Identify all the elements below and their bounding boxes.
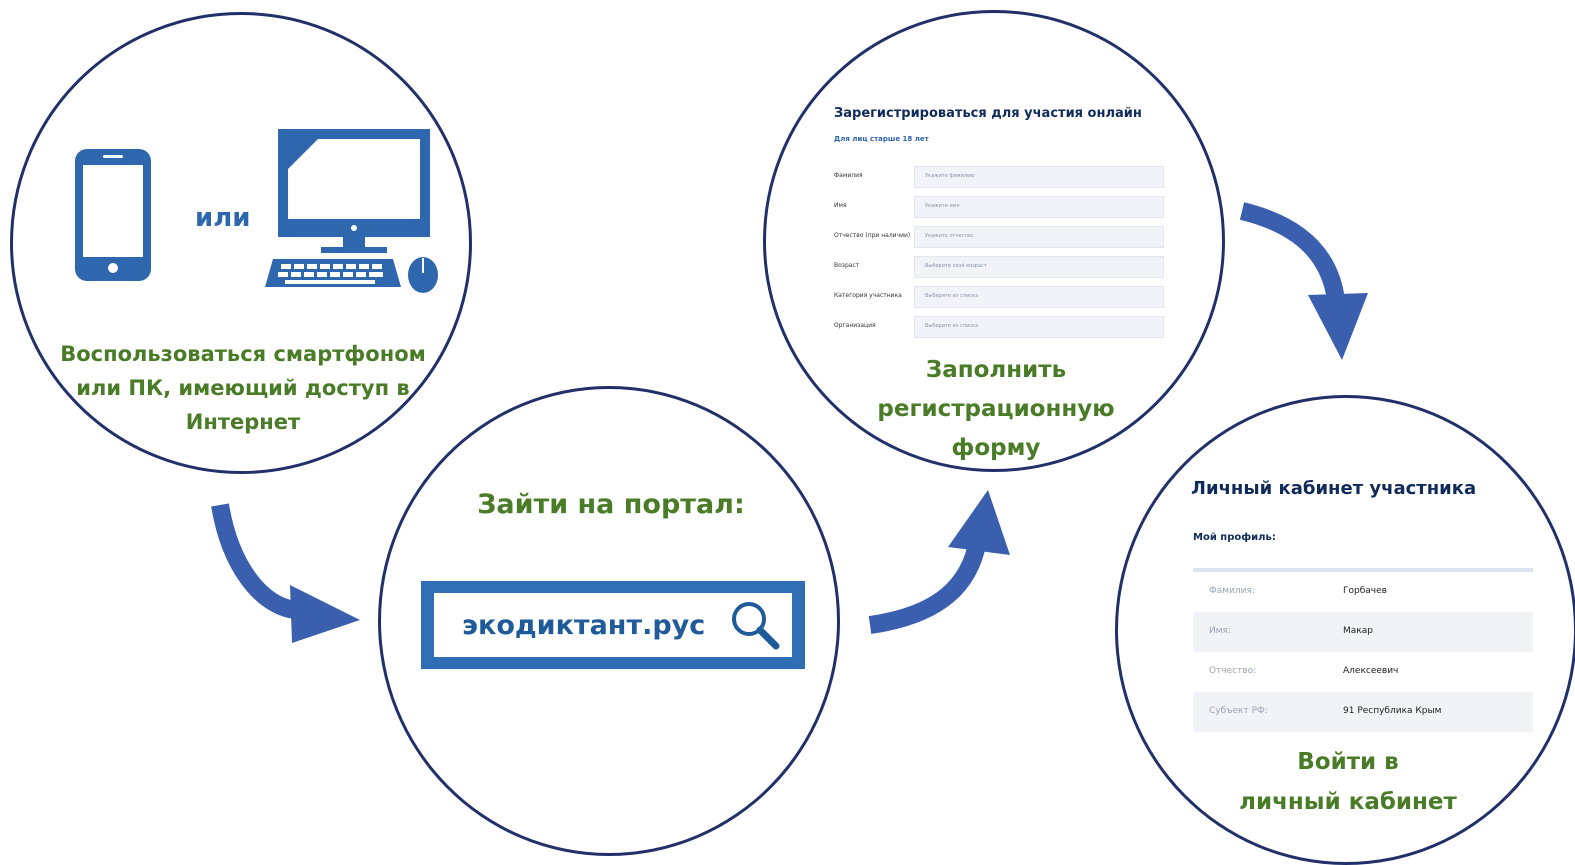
form-input[interactable]: Укажите имя <box>914 196 1164 218</box>
form-placeholder: Выберите свой возраст <box>925 263 987 269</box>
form-input[interactable]: Укажите фамилию <box>914 166 1164 188</box>
form-placeholder: Выберите из списка <box>925 323 979 329</box>
step-4-caption: Войти в личный кабинет <box>1239 749 1457 815</box>
form-select[interactable]: Выберите свой возраст <box>914 256 1164 278</box>
form-field-label: Фамилия <box>834 172 863 179</box>
step-1-caption: Воспользоваться смартфоном или ПК, имеющ… <box>60 342 426 434</box>
smartphone-icon <box>75 149 151 281</box>
profile-subtitle: Мой профиль: <box>1193 532 1276 543</box>
form-row: Имя Укажите имя <box>834 196 1166 218</box>
or-label: или <box>195 203 251 233</box>
form-placeholder: Укажите фамилию <box>925 173 975 179</box>
profile-value: Горбачев <box>1343 586 1387 596</box>
form-row: Категория участника Выберите из списка <box>834 286 1166 308</box>
profile-label: Имя: <box>1209 626 1231 636</box>
step-4-circle: Личный кабинет участника Мой профиль: Фа… <box>1115 395 1575 865</box>
form-input[interactable]: Укажите отчество <box>914 226 1164 248</box>
profile-table: Фамилия: Горбачев Имя: Макар Отчество: А… <box>1193 568 1533 732</box>
form-placeholder: Выберите из списка <box>925 293 979 299</box>
registration-form-title: Зарегистрироваться для участия онлайн <box>834 106 1142 121</box>
form-placeholder: Укажите имя <box>925 203 960 209</box>
desktop-computer-icon <box>265 129 438 293</box>
step-2-circle: Зайти на портал: экодиктант.рус <box>378 386 840 856</box>
form-select[interactable]: Выберите из списка <box>914 286 1164 308</box>
form-field-label: Категория участника <box>834 292 902 299</box>
form-row: Возраст Выберите свой возраст <box>834 256 1166 278</box>
table-row: Отчество: Алексеевич <box>1193 652 1533 692</box>
form-field-label: Возраст <box>834 262 860 269</box>
form-field-label: Отчество (при наличии) <box>834 232 911 239</box>
search-icon[interactable] <box>728 598 782 652</box>
arrow-icon <box>868 490 1010 634</box>
profile-value: Макар <box>1343 626 1373 636</box>
form-field-label: Организация <box>834 322 876 329</box>
table-row: Субъект РФ: 91 Республика Крым <box>1193 692 1533 732</box>
profile-label: Субъект РФ: <box>1209 706 1268 716</box>
profile-label: Фамилия: <box>1209 586 1255 596</box>
profile-value: 91 Республика Крым <box>1343 706 1442 716</box>
table-row: Имя: Макар <box>1193 612 1533 652</box>
cabinet-title: Личный кабинет участника <box>1191 478 1477 499</box>
form-placeholder: Укажите отчество <box>925 233 974 239</box>
form-row: Организация Выберите из списка <box>834 316 1166 338</box>
form-field-label: Имя <box>834 202 847 209</box>
step-3-caption: Заполнить регистрационную форму <box>877 357 1115 461</box>
form-select[interactable]: Выберите из списка <box>914 316 1164 338</box>
arrow-icon <box>211 503 360 643</box>
search-input[interactable]: экодиктант.рус <box>462 610 728 641</box>
step-2-title: Зайти на портал: <box>477 489 745 520</box>
step-1-circle: или Воспользоваться смартфоном или ПК, и… <box>10 12 472 474</box>
form-row: Фамилия Укажите фамилию <box>834 166 1166 188</box>
profile-label: Отчество: <box>1209 666 1257 676</box>
step-3-circle: Зарегистрироваться для участия онлайн Дл… <box>763 10 1225 472</box>
registration-form-subtitle: Для лиц старше 18 лет <box>834 135 929 143</box>
form-row: Отчество (при наличии) Укажите отчество <box>834 226 1166 248</box>
table-row: Фамилия: Горбачев <box>1193 572 1533 612</box>
portal-search-box[interactable]: экодиктант.рус <box>421 581 805 669</box>
arrow-icon <box>1239 202 1368 360</box>
profile-value: Алексеевич <box>1343 666 1399 676</box>
